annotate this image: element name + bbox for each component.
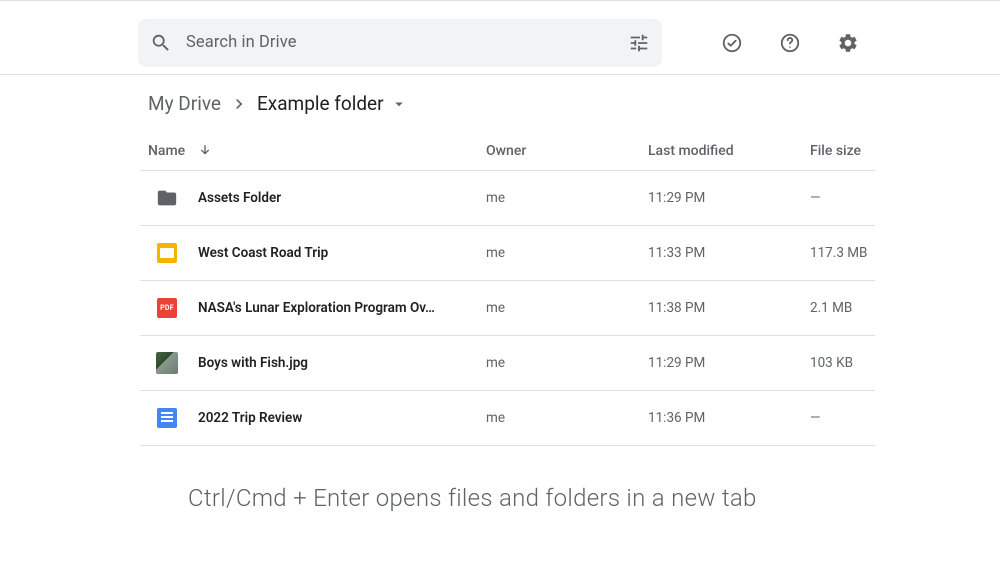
header-actions: [712, 23, 868, 63]
file-owner: me: [486, 355, 648, 371]
file-size: —: [810, 410, 875, 426]
chevron-right-icon: [229, 94, 249, 114]
file-name: NASA's Lunar Exploration Program Ov…: [198, 300, 435, 316]
gear-icon: [837, 32, 859, 54]
file-owner: me: [486, 245, 648, 261]
table-row[interactable]: 2022 Trip Review me 11:36 PM —: [140, 391, 875, 446]
file-size: 117.3 MB: [810, 245, 875, 261]
dropdown-caret-icon: [390, 95, 408, 113]
table-row[interactable]: West Coast Road Trip me 11:33 PM 117.3 M…: [140, 226, 875, 281]
file-modified: 11:29 PM: [648, 355, 810, 371]
file-size: —: [810, 190, 875, 206]
file-owner: me: [486, 300, 648, 316]
column-header-owner[interactable]: Owner: [486, 143, 648, 159]
file-name: West Coast Road Trip: [198, 245, 328, 261]
table-row[interactable]: Boys with Fish.jpg me 11:29 PM 103 KB: [140, 336, 875, 391]
file-table: Name Owner Last modified File size Asset…: [140, 131, 875, 446]
table-row[interactable]: PDF NASA's Lunar Exploration Program Ov……: [140, 281, 875, 336]
help-icon: [779, 32, 801, 54]
breadcrumb-parent[interactable]: My Drive: [148, 92, 221, 115]
docs-icon: [156, 407, 178, 429]
breadcrumb: My Drive Example folder: [148, 75, 1000, 131]
file-name: 2022 Trip Review: [198, 410, 302, 426]
image-thumbnail-icon: [156, 352, 178, 374]
file-modified: 11:38 PM: [648, 300, 810, 316]
column-header-modified[interactable]: Last modified: [648, 143, 810, 159]
offline-ready-button[interactable]: [712, 23, 752, 63]
column-header-name[interactable]: Name: [140, 143, 486, 159]
header-bar: Search in Drive: [0, 1, 1000, 75]
slides-icon: [156, 242, 178, 264]
file-modified: 11:33 PM: [648, 245, 810, 261]
file-owner: me: [486, 410, 648, 426]
table-header-row: Name Owner Last modified File size: [140, 131, 875, 171]
sort-arrow-down-icon: [197, 143, 213, 159]
file-name: Boys with Fish.jpg: [198, 355, 308, 371]
search-bar[interactable]: Search in Drive: [138, 19, 662, 67]
check-circle-icon: [721, 32, 743, 54]
pdf-icon: PDF: [156, 297, 178, 319]
settings-button[interactable]: [828, 23, 868, 63]
folder-icon: [156, 187, 178, 209]
table-row[interactable]: Assets Folder me 11:29 PM —: [140, 171, 875, 226]
file-modified: 11:29 PM: [648, 190, 810, 206]
search-placeholder: Search in Drive: [186, 33, 628, 52]
breadcrumb-current[interactable]: Example folder: [257, 92, 408, 115]
file-owner: me: [486, 190, 648, 206]
search-icon: [150, 32, 172, 54]
file-size: 103 KB: [810, 355, 875, 371]
search-filter-icon[interactable]: [628, 32, 650, 54]
help-button[interactable]: [770, 23, 810, 63]
column-header-size[interactable]: File size: [810, 143, 875, 159]
file-name: Assets Folder: [198, 190, 281, 206]
file-modified: 11:36 PM: [648, 410, 810, 426]
keyboard-hint: Ctrl/Cmd + Enter opens files and folders…: [188, 484, 757, 512]
file-size: 2.1 MB: [810, 300, 875, 316]
